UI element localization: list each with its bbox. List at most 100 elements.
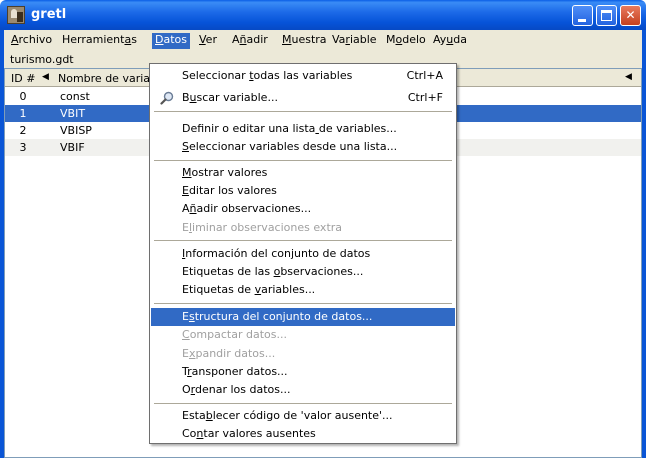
menu-item-label: Establecer código de 'valor ausente'... <box>182 409 393 422</box>
mnemonic-char: x <box>188 347 196 360</box>
mnemonic-char: r <box>190 383 196 396</box>
mnemonic-char: A <box>11 33 19 46</box>
menu-ayuda[interactable]: Ayuda <box>430 33 470 49</box>
mnemonic-char: r <box>345 33 350 46</box>
close-button[interactable]: ✕ <box>620 5 641 26</box>
menu-item-label: Estructura del conjunto de datos... <box>182 310 373 323</box>
minimize-icon <box>578 19 586 22</box>
mnemonic-char: b <box>205 409 213 422</box>
menu-item-label: Definir o editar una lista de variables.… <box>182 122 397 135</box>
menu-item-label: Expandir datos... <box>182 347 276 360</box>
menu-item-label: Editar los valores <box>182 184 277 197</box>
mnemonic-char: t <box>249 69 254 82</box>
mnemonic-char: M <box>282 33 292 46</box>
menu-variable[interactable]: Variable <box>329 33 380 49</box>
mnemonic-char: r <box>187 365 192 378</box>
menu-item-label: Contar valores ausentes <box>182 427 316 440</box>
mnemonic-char: M <box>182 166 192 179</box>
menu-item-buscar-variable[interactable]: Buscar variable... Ctrl+F <box>151 89 455 107</box>
title-bar[interactable]: gretl ✕ <box>0 0 646 30</box>
menu-item-etiquetas-observaciones[interactable]: Etiquetas de las observaciones... <box>151 263 455 281</box>
window-title: gretl <box>31 7 67 22</box>
maximize-button[interactable] <box>596 5 617 26</box>
menu-item-label: Mostrar valores <box>182 166 268 179</box>
row-name: VBIF <box>60 141 85 154</box>
menu-item-definir-lista[interactable]: Definir o editar una lista de variables.… <box>151 120 455 138</box>
sort-left-arrow-icon: ◀ <box>42 72 49 82</box>
menu-item-mostrar-valores[interactable]: Mostrar valores <box>151 164 455 182</box>
menu-item-etiquetas-variables[interactable]: Etiquetas de variables... <box>151 281 455 299</box>
mnemonic-char: o <box>273 265 281 278</box>
mnemonic-char: u <box>189 91 197 104</box>
menu-separator <box>154 303 452 304</box>
menu-item-expandir-datos: Expandir datos... <box>151 345 455 363</box>
menu-item-establecer-codigo[interactable]: Establecer código de 'valor ausente'... <box>151 407 455 425</box>
dataset-filename: turismo.gdt <box>10 53 74 66</box>
magnifier-icon <box>160 91 174 105</box>
menu-item-label: Seleccionar todas las variables <box>182 69 353 82</box>
mnemonic-char: v <box>254 283 262 296</box>
menu-item-ordenar-datos[interactable]: Ordenar los datos... <box>151 381 455 399</box>
menu-item-anadir-observaciones[interactable]: Añadir observaciones... <box>151 200 455 218</box>
window-frame-right <box>642 30 646 458</box>
maximize-icon <box>601 10 612 21</box>
row-id: 0 <box>19 90 27 103</box>
row-name: VBIT <box>60 107 86 120</box>
menu-ver[interactable]: Ver <box>196 33 220 49</box>
menu-item-label: Buscar variable... <box>182 91 278 104</box>
menu-herramientas[interactable]: Herramientas <box>59 33 140 49</box>
mnemonic-char: V <box>199 33 206 46</box>
menu-separator <box>154 160 452 161</box>
row-id: 1 <box>19 107 27 120</box>
menu-item-seleccionar-todas[interactable]: Seleccionar todas las variables Ctrl+A <box>151 67 455 85</box>
menu-item-label: Eliminar observaciones extra <box>182 221 343 234</box>
mnemonic-char: u <box>446 33 454 46</box>
menu-item-label: Transponer datos... <box>182 365 288 378</box>
mnemonic-char: n <box>196 427 204 440</box>
menu-item-label: Etiquetas de variables... <box>182 283 316 296</box>
mnemonic-char: I <box>182 247 186 260</box>
menu-item-shortcut: Ctrl+A <box>406 69 443 82</box>
mnemonic-char: l <box>188 221 193 234</box>
mnemonic-char: a <box>124 33 132 46</box>
menu-item-seleccionar-desde-lista[interactable]: Seleccionar variables desde una lista... <box>151 138 455 156</box>
menu-item-label: Ordenar los datos... <box>182 383 291 396</box>
minimize-button[interactable] <box>572 5 593 26</box>
mnemonic-char: ñ <box>189 202 197 215</box>
menu-separator <box>154 111 452 112</box>
menu-item-label: Seleccionar variables desde una lista... <box>182 140 398 153</box>
menu-item-label: Etiquetas de las observaciones... <box>182 265 364 278</box>
menu-item-label: Añadir observaciones... <box>182 202 312 215</box>
menu-item-label: Compactar datos... <box>182 328 287 341</box>
close-icon: ✕ <box>625 8 636 22</box>
mnemonic-char <box>315 122 319 135</box>
menu-item-shortcut: Ctrl+F <box>407 91 443 104</box>
menu-item-informacion-conjunto[interactable]: Información del conjunto de datos <box>151 245 455 263</box>
menu-datos[interactable]: Datos <box>152 33 190 49</box>
row-name: VBISP <box>60 124 92 137</box>
mnemonic-char: s <box>188 310 195 323</box>
column-header-id[interactable]: ID # <box>11 72 35 85</box>
column-header-name[interactable]: Nombre de variab <box>58 72 157 85</box>
row-id: 3 <box>19 141 27 154</box>
row-name: const <box>60 90 90 103</box>
menu-separator <box>154 403 452 404</box>
gretl-app-icon[interactable] <box>7 6 25 24</box>
menu-item-compactar-datos: Compactar datos... <box>151 326 455 344</box>
menu-anadir[interactable]: Añadir <box>229 33 271 49</box>
mnemonic-char: D <box>155 33 164 46</box>
menu-bar: Archivo Herramientas Datos Ver Añadir Mu… <box>4 30 642 50</box>
menu-item-transponer-datos[interactable]: Transponer datos... <box>151 363 455 381</box>
mnemonic-char: ñ <box>239 33 247 46</box>
menu-item-eliminar-observaciones: Eliminar observaciones extra <box>151 219 455 237</box>
menu-item-estructura-conjunto[interactable]: Estructura del conjunto de datos... <box>151 308 455 326</box>
menu-muestra[interactable]: Muestra <box>279 33 330 49</box>
mnemonic-char: E <box>182 184 189 197</box>
sort-right-arrow-icon: ◀ <box>625 72 632 82</box>
menu-archivo[interactable]: Archivo <box>8 33 55 49</box>
datos-dropdown-menu: Seleccionar todas las variables Ctrl+A Bu… <box>149 63 457 444</box>
menu-modelo[interactable]: Modelo <box>383 33 429 49</box>
menu-item-editar-valores[interactable]: Editar los valores <box>151 182 455 200</box>
menu-item-contar-ausentes[interactable]: Contar valores ausentes <box>151 425 455 443</box>
menu-item-label: Información del conjunto de datos <box>182 247 371 260</box>
